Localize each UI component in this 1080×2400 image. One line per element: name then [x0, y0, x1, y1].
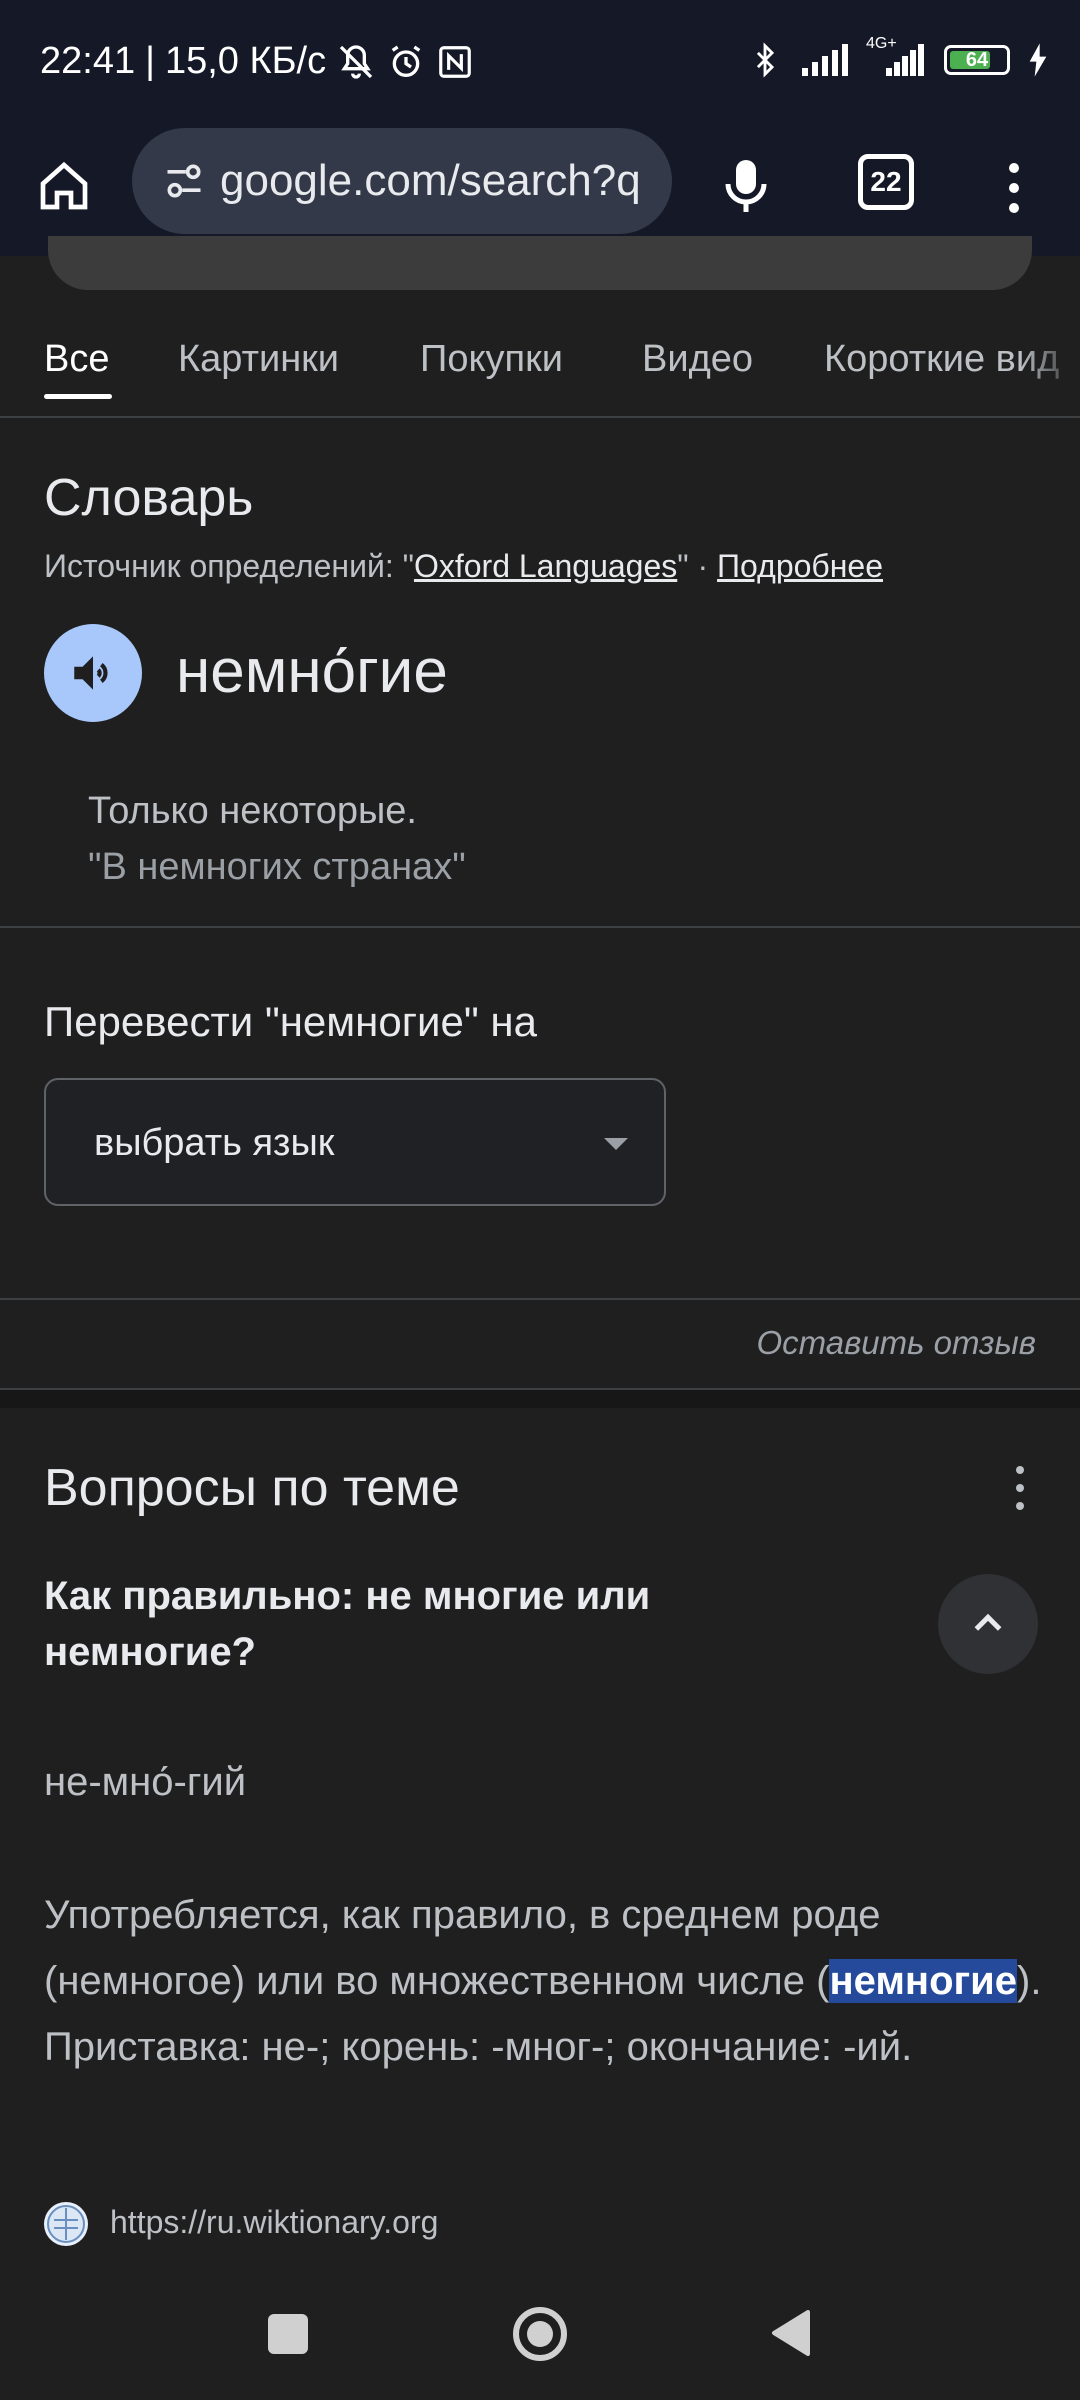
active-tab-indicator: [44, 394, 112, 399]
battery-icon: 64: [944, 45, 1010, 75]
more-dot: [1016, 1502, 1024, 1510]
divider: [0, 416, 1080, 418]
status-bar: 22:41 | 15,0 КБ/с 4G+ 64: [0, 0, 1080, 128]
answer-text: Употребляется, как правило, в среднем ро…: [44, 1893, 1042, 2069]
collapse-button[interactable]: [938, 1574, 1038, 1674]
home-circle-icon: [513, 2307, 567, 2361]
dictionary-title: Словарь: [44, 469, 254, 527]
tab-videos[interactable]: Видео: [642, 338, 753, 381]
recents-button[interactable]: [268, 2314, 308, 2354]
home-nav-button[interactable]: [512, 2306, 568, 2362]
back-button[interactable]: [770, 2310, 810, 2356]
tab-switcher-button[interactable]: 22: [858, 154, 914, 210]
mic-icon: [725, 160, 767, 212]
signal-icon: [800, 43, 848, 77]
menu-dot: [1009, 183, 1019, 193]
section-more-button[interactable]: [1008, 1466, 1032, 1510]
dictionary-source: Источник определений: "Oxford Languages"…: [44, 548, 883, 584]
search-tabs: Все Картинки Покупки Видео Короткие вид: [0, 330, 1080, 420]
home-button[interactable]: [28, 150, 100, 222]
related-questions-title: Вопросы по теме: [44, 1459, 460, 1517]
definition-example: "В немногих странах": [88, 846, 466, 888]
language-select-value: выбрать язык: [94, 1122, 335, 1164]
network-speed: 15,0 КБ/с: [164, 40, 327, 82]
url-bar[interactable]: google.com/search?q: [132, 128, 672, 234]
bluetooth-icon: [748, 40, 782, 80]
caret-down-icon: [604, 1138, 628, 1150]
menu-dot: [1009, 163, 1019, 173]
tab-all[interactable]: Все: [44, 338, 109, 381]
menu-dot: [1009, 203, 1019, 213]
mute-bell-icon: [336, 42, 376, 82]
oxford-languages-link[interactable]: Oxford Languages: [414, 548, 677, 584]
more-info-link[interactable]: Подробнее: [717, 548, 883, 584]
source-link[interactable]: https://ru.wiktionary.org: [110, 2204, 438, 2241]
language-select[interactable]: выбрать язык: [44, 1078, 666, 1206]
voice-search-button[interactable]: [710, 150, 782, 222]
more-menu-button[interactable]: [990, 152, 1038, 224]
feedback-link[interactable]: Оставить отзыв: [756, 1324, 1036, 1362]
back-triangle-icon: [772, 2310, 810, 2356]
tab-images[interactable]: Картинки: [178, 338, 339, 381]
site-settings-icon[interactable]: [156, 153, 212, 209]
wiktionary-favicon-icon: [44, 2202, 88, 2246]
charging-icon: [1028, 43, 1048, 77]
more-dot: [1016, 1484, 1024, 1492]
clock: 22:41: [40, 40, 136, 82]
chevron-up-icon: [974, 1613, 1002, 1631]
syllables: не-мно́-гий: [44, 1760, 247, 1804]
highlighted-term: немногие: [829, 1959, 1017, 2003]
url-text[interactable]: google.com/search?q: [220, 156, 660, 206]
signal-4g-icon: 4G+: [866, 35, 926, 77]
question-text[interactable]: Как правильно: не многие или немногие?: [44, 1568, 744, 1680]
tabs-fade: [1020, 330, 1080, 410]
section-separator: [0, 1390, 1080, 1408]
nfc-icon: [436, 43, 474, 81]
tab-shopping[interactable]: Покупки: [420, 338, 563, 381]
translate-label: Перевести "немногие" на: [44, 998, 537, 1045]
divider: [0, 926, 1080, 928]
pronunciation-button[interactable]: [44, 624, 142, 722]
dictionary-word: немно́гие: [176, 637, 448, 706]
divider: [0, 1298, 1080, 1300]
home-icon: [40, 161, 88, 210]
definition: Только некоторые.: [88, 790, 417, 832]
search-box[interactable]: [48, 236, 1032, 290]
more-dot: [1016, 1466, 1024, 1474]
speaker-icon: [74, 656, 108, 690]
alarm-icon: [386, 42, 426, 82]
